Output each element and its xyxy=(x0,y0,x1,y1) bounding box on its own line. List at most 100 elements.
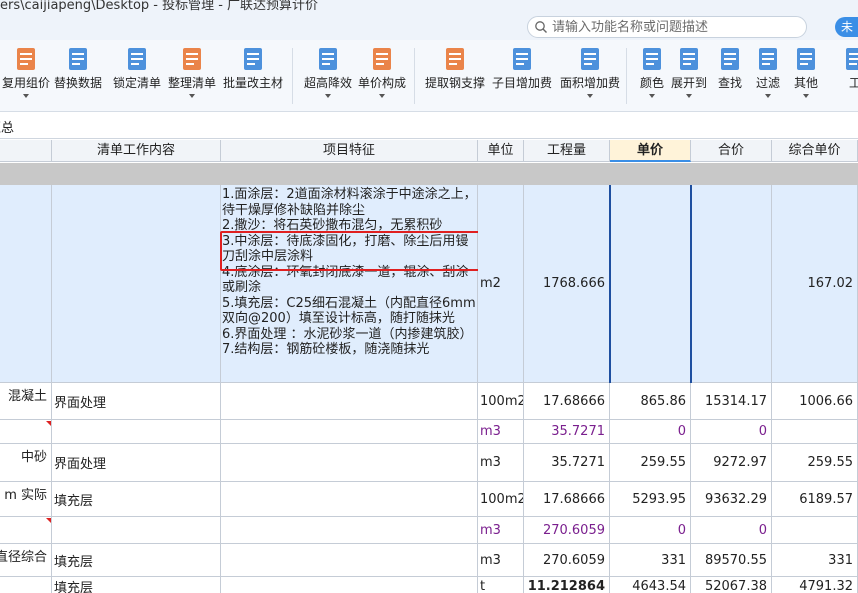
row-4-left-cell[interactable] xyxy=(0,517,52,544)
row-5-unit-cell[interactable]: m3 xyxy=(478,544,524,577)
row-3-features-cell[interactable] xyxy=(221,482,478,517)
row-2-content-cell[interactable]: 界面处理 xyxy=(52,444,221,482)
row-6-left-cell[interactable] xyxy=(0,577,52,593)
toolbar-replace-button[interactable]: 替换数据 xyxy=(52,44,104,108)
row-0-total-cell[interactable]: 15314.17 xyxy=(691,383,772,420)
user-button[interactable]: 未 xyxy=(835,17,858,37)
toolbar-other-button[interactable]: 其他 xyxy=(788,44,824,108)
row-6-price-cell[interactable]: 4643.54 xyxy=(610,577,691,593)
row-3-total-cell[interactable]: 93632.29 xyxy=(691,482,772,517)
caret-down-icon[interactable] xyxy=(686,94,692,98)
row-4-unit-cell[interactable]: m3 xyxy=(478,517,524,544)
row-4-price-cell[interactable]: 0 xyxy=(610,517,691,544)
row-0-features-cell[interactable] xyxy=(221,383,478,420)
row-1-comp-cell[interactable] xyxy=(772,420,858,444)
col-header-total[interactable]: 合价 xyxy=(691,140,772,162)
row-5-price-cell[interactable]: 331 xyxy=(610,544,691,577)
row-1-content-cell[interactable] xyxy=(52,420,221,444)
row-2-unit-cell[interactable]: m3 xyxy=(478,444,524,482)
selected-total-cell[interactable] xyxy=(691,185,772,383)
row-1-qty-cell[interactable]: 35.7271 xyxy=(524,420,610,444)
organize-icon xyxy=(183,48,201,70)
row-3-content-cell[interactable]: 填充层 xyxy=(52,482,221,517)
selected-composite-price-cell[interactable]: 167.02 xyxy=(772,185,858,383)
caret-down-icon[interactable] xyxy=(325,94,331,98)
row-0-price-cell[interactable]: 865.86 xyxy=(610,383,691,420)
toolbar-lock-button[interactable]: 锁定清单 xyxy=(112,44,162,108)
caret-down-icon[interactable] xyxy=(587,94,593,98)
row-5-comp-cell[interactable]: 331 xyxy=(772,544,858,577)
toolbar-reuse-button[interactable]: 复用组价 xyxy=(2,44,50,108)
row-0-comp-cell[interactable]: 1006.66 xyxy=(772,383,858,420)
toolbar-sub-add-button[interactable]: 子目增加费 xyxy=(490,44,554,108)
row-4-comp-cell[interactable] xyxy=(772,517,858,544)
selected-unit-cell[interactable]: m2 xyxy=(478,185,524,383)
search-input[interactable] xyxy=(552,18,802,36)
row-6-content-cell[interactable]: 填充层 xyxy=(52,577,221,593)
toolbar-filter-button[interactable]: 过滤 xyxy=(752,44,784,108)
toolbar-find-button[interactable]: 查找 xyxy=(714,44,746,108)
row-0-qty-cell[interactable]: 17.68666 xyxy=(524,383,610,420)
row-6-unit-cell[interactable]: t xyxy=(478,577,524,593)
toolbar-label: 查找 xyxy=(717,76,742,90)
row-5-total-cell[interactable]: 89570.55 xyxy=(691,544,772,577)
selected-quantity-cell[interactable]: 1768.666 xyxy=(524,185,610,383)
row-1-features-cell[interactable] xyxy=(221,420,478,444)
caret-down-icon[interactable] xyxy=(649,94,655,98)
row-0-content-cell[interactable]: 界面处理 xyxy=(52,383,221,420)
caret-down-icon[interactable] xyxy=(189,94,195,98)
row-1-left-cell[interactable] xyxy=(0,420,52,444)
toolbar-tool-button[interactable]: 工 xyxy=(840,44,858,108)
row-1-unit-cell[interactable]: m3 xyxy=(478,420,524,444)
toolbar-high-rise-button[interactable]: 超高降效 xyxy=(302,44,354,108)
row-2-left-cell[interactable]: 中砂 xyxy=(0,444,52,482)
row-4-features-cell[interactable] xyxy=(221,517,478,544)
col-header-features[interactable]: 项目特征 xyxy=(221,140,478,162)
row-6-comp-cell[interactable]: 4791.32 xyxy=(772,577,858,593)
row-6-qty-cell[interactable]: 11.212864 xyxy=(524,577,610,593)
col-header-composite-price[interactable]: 综合单价 xyxy=(772,140,858,162)
row-6-total-cell[interactable]: 52067.38 xyxy=(691,577,772,593)
toolbar-expand-button[interactable]: 展开到 xyxy=(670,44,708,108)
caret-down-icon[interactable] xyxy=(803,94,809,98)
toolbar-price-compose-button[interactable]: 单价构成 xyxy=(356,44,408,108)
row-3-qty-cell[interactable]: 17.68666 xyxy=(524,482,610,517)
row-4-content-cell[interactable] xyxy=(52,517,221,544)
row-4-qty-cell[interactable]: 270.6059 xyxy=(524,517,610,544)
col-header-content[interactable]: 清单工作内容 xyxy=(52,140,221,162)
row-3-price-cell[interactable]: 5293.95 xyxy=(610,482,691,517)
selected-left-cell[interactable] xyxy=(0,185,52,383)
col-header-unit[interactable]: 单位 xyxy=(478,140,524,162)
row-6-features-cell[interactable] xyxy=(221,577,478,593)
toolbar-steel-support-button[interactable]: 提取钢支撑 xyxy=(424,44,486,108)
tab-summary[interactable]: 汇总 xyxy=(0,117,14,136)
col-header-unit-price[interactable]: 单价 xyxy=(610,140,691,162)
row-2-qty-cell[interactable]: 35.7271 xyxy=(524,444,610,482)
row-4-total-cell[interactable]: 0 xyxy=(691,517,772,544)
caret-down-icon[interactable] xyxy=(765,94,771,98)
selected-content-cell[interactable] xyxy=(52,185,221,383)
function-search[interactable] xyxy=(527,16,807,38)
toolbar-organize-button[interactable]: 整理清单 xyxy=(166,44,218,108)
row-2-total-cell[interactable]: 9272.97 xyxy=(691,444,772,482)
toolbar-color-button[interactable]: 颜色 xyxy=(636,44,668,108)
row-5-qty-cell[interactable]: 270.6059 xyxy=(524,544,610,577)
row-0-left-cell[interactable]: 混凝土 xyxy=(0,383,52,420)
row-2-price-cell[interactable]: 259.55 xyxy=(610,444,691,482)
row-0-unit-cell[interactable]: 100m2 xyxy=(478,383,524,420)
toolbar-area-add-button[interactable]: 面积增加费 xyxy=(558,44,622,108)
row-3-left-cell[interactable]: m 实际 xyxy=(0,482,52,517)
row-5-content-cell[interactable]: 填充层 xyxy=(52,544,221,577)
row-1-price-cell[interactable]: 0 xyxy=(610,420,691,444)
caret-down-icon[interactable] xyxy=(23,94,29,98)
row-1-total-cell[interactable]: 0 xyxy=(691,420,772,444)
row-3-unit-cell[interactable]: 100m2 xyxy=(478,482,524,517)
toolbar-batch-edit-button[interactable]: 批量改主材 xyxy=(222,44,284,108)
row-2-features-cell[interactable] xyxy=(221,444,478,482)
col-header-quantity[interactable]: 工程量 xyxy=(524,140,610,162)
caret-down-icon[interactable] xyxy=(379,94,385,98)
row-5-left-cell[interactable]: 直径综合 xyxy=(0,544,52,577)
row-3-comp-cell[interactable]: 6189.57 xyxy=(772,482,858,517)
row-5-features-cell[interactable] xyxy=(221,544,478,577)
row-2-comp-cell[interactable]: 259.55 xyxy=(772,444,858,482)
